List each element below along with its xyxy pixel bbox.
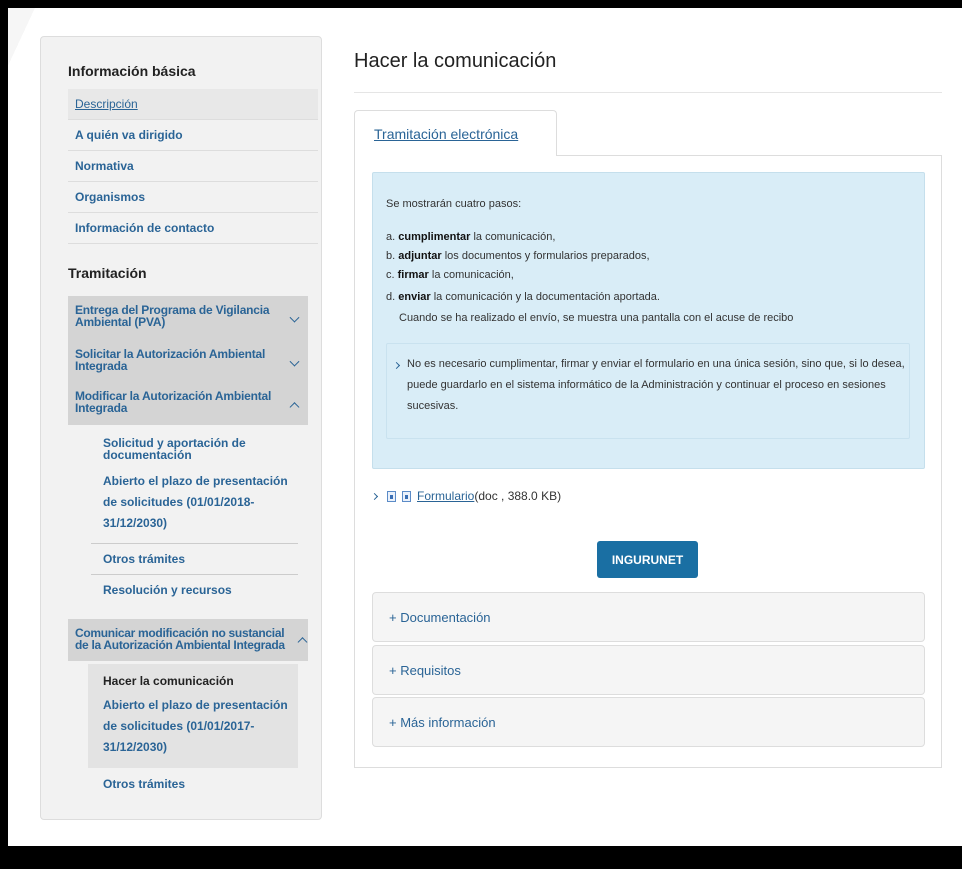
- sidebar-subitem-plazo-2018[interactable]: Abierto el plazo de presentación de soli…: [103, 471, 288, 534]
- accordion-requisitos[interactable]: + Requisitos: [372, 645, 925, 695]
- sidebar-group-label: Comunicar modificación no sustancial de …: [75, 626, 285, 652]
- word-doc-icon: [402, 490, 411, 502]
- chevron-right-icon: [370, 492, 379, 500]
- sidebar-item-a-quien[interactable]: A quién va dirigido: [68, 120, 318, 151]
- info-after-send: Cuando se ha realizado el envío, se mues…: [399, 312, 794, 324]
- sidebar-group-comunicar[interactable]: Comunicar modificación no sustancial de …: [68, 619, 308, 661]
- sidebar-subitem-solicitud[interactable]: Solicitud y aportación de documentación: [103, 437, 283, 461]
- sidebar-group-modificar[interactable]: Modificar la Autorización Ambiental Inte…: [68, 385, 308, 425]
- word-doc-icon: [387, 490, 396, 502]
- chevron-down-icon: [289, 312, 300, 323]
- page-title: Hacer la comunicación: [354, 50, 557, 72]
- chevron-down-icon: [289, 356, 300, 367]
- formulario-row: Formulario (doc , 388.0 KB): [370, 489, 562, 503]
- note-text: No es necesario cumplimentar, firmar y e…: [407, 358, 905, 412]
- formulario-meta: (doc , 388.0 KB): [474, 489, 562, 503]
- chevron-up-icon: [297, 637, 308, 648]
- step-c: c. firmar la comunicación,: [386, 269, 514, 281]
- chevron-right-icon: [392, 361, 401, 370]
- sidebar-item-contacto[interactable]: Información de contacto: [68, 213, 318, 244]
- sidebar-group-solicitar[interactable]: Solicitar la Autorización Ambiental Inte…: [68, 341, 308, 385]
- sidebar-subitem-otros[interactable]: Otros trámites: [103, 549, 313, 570]
- sidebar-group-label: Modificar la Autorización Ambiental Inte…: [75, 389, 272, 415]
- sidebar-group-pva[interactable]: Entrega del Programa de Vigilancia Ambie…: [68, 296, 308, 341]
- step-a: a. cumplimentar la comunicación,: [386, 231, 556, 243]
- note-box: No es necesario cumplimentar, firmar y e…: [386, 343, 910, 439]
- sidebar-divider: [91, 574, 298, 575]
- bottom-bar: [0, 846, 962, 869]
- formulario-link[interactable]: Formulario: [417, 489, 474, 503]
- chevron-up-icon: [289, 402, 300, 413]
- sidebar-heading-basic: Información básica: [68, 63, 196, 79]
- tab-tramitacion-electronica[interactable]: Tramitación electrónica: [354, 110, 557, 156]
- sidebar-subitem-resolucion[interactable]: Resolución y recursos: [103, 580, 313, 601]
- step-d: d. enviar la comunicación y la documenta…: [386, 291, 660, 303]
- sidebar-item-descripcion[interactable]: Descripción: [68, 89, 318, 120]
- sidebar-divider: [91, 543, 298, 544]
- sidebar-heading-tramitacion: Tramitación: [68, 265, 147, 281]
- sidebar-subitem-hacer-comunicacion[interactable]: Hacer la comunicación: [103, 671, 313, 692]
- info-intro: Se mostrarán cuatro pasos:: [386, 198, 522, 210]
- top-bar: [0, 0, 962, 8]
- title-divider: [354, 92, 942, 93]
- ingurunet-button[interactable]: INGURUNET: [597, 541, 698, 578]
- info-box: Se mostrarán cuatro pasos: a. cumpliment…: [372, 172, 925, 469]
- sidebar-item-organismos[interactable]: Organismos: [68, 182, 318, 213]
- sidebar-subitem-plazo-2017[interactable]: Abierto el plazo de presentación de soli…: [103, 695, 288, 758]
- sidebar-group-label: Solicitar la Autorización Ambiental Inte…: [75, 347, 266, 373]
- accordion-documentacion[interactable]: + Documentación: [372, 592, 925, 642]
- sidebar-subitem-otros-2[interactable]: Otros trámites: [103, 774, 313, 795]
- sidebar-item-normativa[interactable]: Normativa: [68, 151, 318, 182]
- step-b: b. adjuntar los documentos y formularios…: [386, 250, 650, 262]
- sidebar-group-label: Entrega del Programa de Vigilancia Ambie…: [75, 303, 270, 329]
- accordion-mas-informacion[interactable]: + Más información: [372, 697, 925, 747]
